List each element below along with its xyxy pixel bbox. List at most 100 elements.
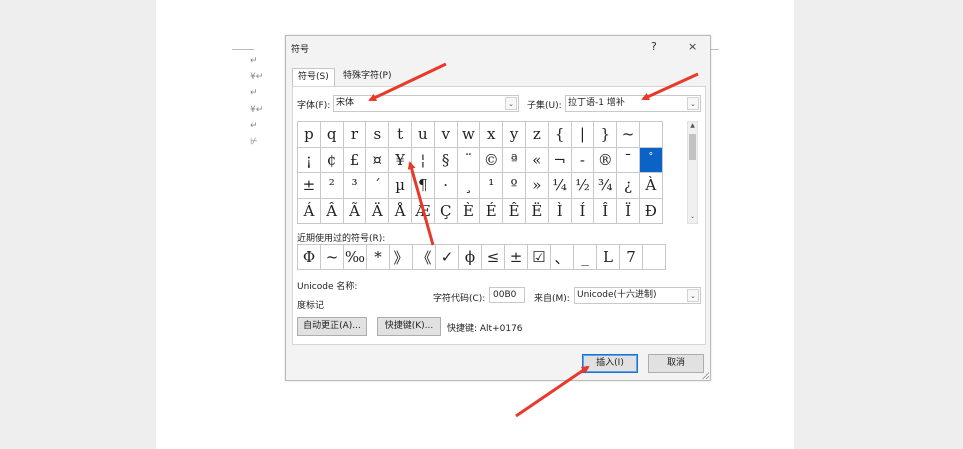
symbol-cell[interactable]: p xyxy=(298,122,321,148)
chevron-down-icon[interactable]: ⌄ xyxy=(687,97,699,110)
recent-symbol-cell[interactable]: ϕ xyxy=(459,245,482,270)
symbol-cell[interactable]: À xyxy=(639,173,663,199)
recent-symbol-cell[interactable]: 7 xyxy=(620,245,643,270)
shortcut-key-button[interactable]: 快捷键(K)... xyxy=(377,317,441,336)
help-button[interactable]: ? xyxy=(651,40,657,53)
symbol-cell[interactable]: Å xyxy=(389,198,412,224)
symbol-cell[interactable]: Ä xyxy=(366,198,390,224)
symbol-cell[interactable]: É xyxy=(480,198,504,224)
recent-symbol-cell[interactable]: 》 xyxy=(390,245,413,270)
symbol-cell[interactable]: ¶ xyxy=(411,173,435,199)
recent-symbol-cell[interactable]: * xyxy=(367,245,390,270)
symbol-cell[interactable]: z xyxy=(525,122,549,148)
recent-symbol-cell[interactable]: ± xyxy=(505,245,528,270)
symbol-cell[interactable]: ° xyxy=(639,147,663,173)
tab-symbols[interactable]: 符号(S) xyxy=(292,68,335,86)
scroll-down-icon[interactable]: ⌄ xyxy=(688,213,697,223)
from-select[interactable]: Unicode(十六进制) ⌄ xyxy=(574,287,701,304)
scrollbar-thumb[interactable] xyxy=(689,134,696,160)
symbol-cell[interactable]: Ð xyxy=(639,198,663,224)
symbol-cell[interactable]: ¦ xyxy=(411,147,435,173)
symbol-cell[interactable]: ¨ xyxy=(457,147,481,173)
symbol-cell[interactable]: Ì xyxy=(548,198,572,224)
symbol-cell[interactable]: © xyxy=(480,147,504,173)
recent-symbol-cell[interactable]: ≤ xyxy=(482,245,505,270)
charcode-input[interactable]: 00B0 xyxy=(489,287,525,303)
symbol-cell[interactable]: ® xyxy=(594,147,618,173)
recent-symbol-cell[interactable] xyxy=(643,245,666,270)
autocorrect-button[interactable]: 自动更正(A)... xyxy=(297,317,367,336)
symbol-cell[interactable]: ¯ xyxy=(617,147,640,173)
chevron-down-icon[interactable]: ⌄ xyxy=(505,97,517,110)
symbol-cell[interactable]: q xyxy=(320,122,344,148)
symbol-cell[interactable]: ¡ xyxy=(298,147,321,173)
symbol-cell[interactable]: ¹ xyxy=(480,173,504,199)
symbol-cell[interactable]: r xyxy=(343,122,367,148)
symbol-cell[interactable]: v xyxy=(434,122,458,148)
symbol-cell[interactable]: { xyxy=(548,122,572,148)
symbol-cell-empty[interactable] xyxy=(639,122,663,148)
recent-symbol-cell[interactable]: Φ xyxy=(298,245,321,270)
cancel-button[interactable]: 取消 xyxy=(648,354,704,373)
symbol-cell[interactable]: y xyxy=(503,122,526,148)
symbol-cell[interactable]: ~ xyxy=(617,122,640,148)
symbol-cell[interactable]: Î xyxy=(594,198,618,224)
symbol-cell[interactable]: § xyxy=(434,147,458,173)
close-button[interactable]: × xyxy=(688,40,697,53)
symbol-cell[interactable]: ¬ xyxy=(548,147,572,173)
symbol-cell[interactable]: ª xyxy=(503,147,526,173)
symbol-cell[interactable]: w xyxy=(457,122,481,148)
symbol-cell[interactable]: ¼ xyxy=(548,173,572,199)
symbol-cell[interactable]: ½ xyxy=(571,173,595,199)
symbol-cell[interactable]: ´ xyxy=(366,173,390,199)
symbol-cell[interactable]: ¥ xyxy=(389,147,412,173)
symbol-cell[interactable]: } xyxy=(594,122,618,148)
symbol-cell[interactable]: - xyxy=(571,147,595,173)
recent-symbol-cell[interactable]: ✓ xyxy=(436,245,459,270)
symbol-cell[interactable]: Â xyxy=(320,198,344,224)
symbol-cell[interactable]: Ã xyxy=(343,198,367,224)
tab-special-characters[interactable]: 特殊字符(P) xyxy=(338,68,396,86)
recent-symbol-cell[interactable]: 《 xyxy=(413,245,436,270)
symbol-cell[interactable]: Ï xyxy=(617,198,640,224)
symbol-cell[interactable]: s xyxy=(366,122,390,148)
recent-symbol-cell[interactable]: 、 xyxy=(551,245,574,270)
resize-grip-icon[interactable] xyxy=(702,372,709,379)
symbol-cell[interactable]: ¤ xyxy=(366,147,390,173)
recent-symbol-cell[interactable]: ~ xyxy=(321,245,344,270)
symbol-cell[interactable]: ² xyxy=(320,173,344,199)
symbol-cell[interactable]: º xyxy=(503,173,526,199)
scroll-up-icon[interactable]: ▲ xyxy=(688,122,697,132)
symbol-cell[interactable]: È xyxy=(457,198,481,224)
insert-button[interactable]: 插入(I) xyxy=(582,354,638,373)
recent-symbol-cell[interactable]: L xyxy=(597,245,620,270)
chevron-down-icon[interactable]: ⌄ xyxy=(687,289,699,302)
symbol-cell[interactable]: Ë xyxy=(525,198,549,224)
symbol-cell[interactable]: Ê xyxy=(503,198,526,224)
symbol-cell[interactable]: · xyxy=(434,173,458,199)
symbol-cell[interactable]: « xyxy=(525,147,549,173)
symbol-cell[interactable]: x xyxy=(480,122,504,148)
symbol-cell[interactable]: µ xyxy=(389,173,412,199)
symbol-cell[interactable]: Æ xyxy=(411,198,435,224)
recent-symbol-cell[interactable]: ☑ xyxy=(528,245,551,270)
symbol-cell[interactable]: t xyxy=(389,122,412,148)
symbol-cell[interactable]: Á xyxy=(298,198,321,224)
symbol-cell[interactable]: ¸ xyxy=(457,173,481,199)
symbol-cell[interactable]: ¿ xyxy=(617,173,640,199)
symbol-cell[interactable]: ± xyxy=(298,173,321,199)
recent-symbol-cell[interactable]: _ xyxy=(574,245,597,270)
recent-symbol-cell[interactable]: ‰ xyxy=(344,245,367,270)
symbol-cell[interactable]: £ xyxy=(343,147,367,173)
symbol-cell[interactable]: ¾ xyxy=(594,173,618,199)
font-select[interactable]: 宋体 ⌄ xyxy=(333,95,519,112)
symbol-cell[interactable]: Í xyxy=(571,198,595,224)
symbol-cell[interactable]: | xyxy=(571,122,595,148)
symbol-cell[interactable]: Ç xyxy=(434,198,458,224)
symbol-cell[interactable]: ¢ xyxy=(320,147,344,173)
symbol-cell[interactable]: u xyxy=(411,122,435,148)
subset-select[interactable]: 拉丁语-1 增补 ⌄ xyxy=(565,95,701,112)
symbol-cell[interactable]: » xyxy=(525,173,549,199)
symbol-cell[interactable]: ³ xyxy=(343,173,367,199)
symbol-grid-scrollbar[interactable]: ▲ ⌄ xyxy=(687,121,698,224)
